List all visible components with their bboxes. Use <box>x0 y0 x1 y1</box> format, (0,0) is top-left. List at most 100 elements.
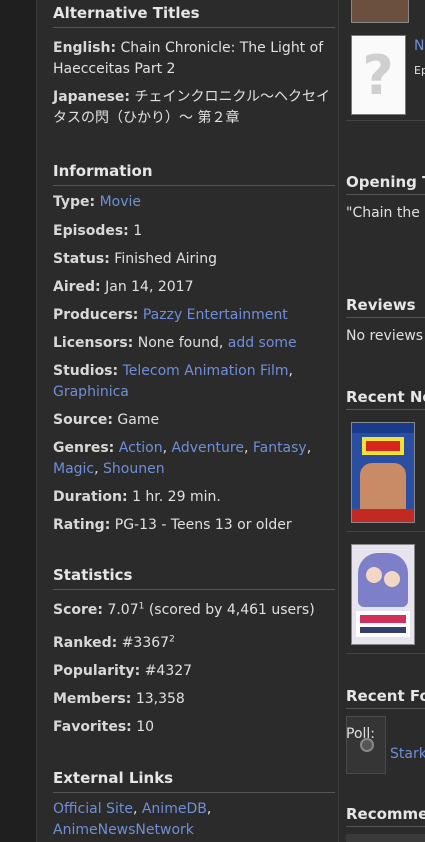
comma: , <box>132 801 138 817</box>
genre-link[interactable]: Shounen <box>103 461 165 477</box>
rating-value: PG-13 - Teens 13 or older <box>114 517 292 533</box>
members-value: 13,358 <box>135 691 185 707</box>
source-row: Source: Game <box>53 410 335 431</box>
score-label: Score: <box>53 602 103 618</box>
thumb-face <box>384 571 400 587</box>
status-row: Status: Finished Airing <box>53 249 335 270</box>
no-reviews-text: No reviews <box>346 328 424 344</box>
favorites-row: Favorites: 10 <box>53 717 335 738</box>
genre-link[interactable]: Action <box>119 440 163 456</box>
studios-row: Studios: Telecom Animation Film, Graphin… <box>53 361 335 403</box>
thumb-bottom <box>352 509 414 522</box>
main-content-right: ? N Ep Opening T "Chain the Reviews No r… <box>346 0 425 842</box>
thumb-title-bar <box>360 615 406 623</box>
external-link[interactable]: AnimeNewsNetwork <box>53 822 194 838</box>
ranked-value: #3367 <box>121 635 170 651</box>
genres-label: Genres: <box>53 440 115 456</box>
english-title-row: English: Chain Chronicle: The Light of H… <box>53 38 335 80</box>
forum-poll-label: Poll: <box>346 726 376 742</box>
recommendations-heading: Recomme <box>346 805 425 823</box>
status-label: Status: <box>53 251 110 267</box>
svg-text:?: ? <box>362 44 393 107</box>
comma: , <box>306 440 312 456</box>
favorites-label: Favorites: <box>53 719 132 735</box>
japanese-title-row: Japanese: チェインクロニクル〜ヘクセイタスの閃（ひかり）〜 第２章 <box>53 87 335 129</box>
statistics-heading: Statistics <box>53 566 335 590</box>
opening-theme-text: "Chain the <box>346 205 420 221</box>
duration-value: 1 hr. 29 min. <box>132 489 221 505</box>
heading-underline <box>346 317 425 318</box>
external-link[interactable]: Official Site <box>53 801 133 817</box>
related-episodes: Ep <box>414 64 425 77</box>
studios-label: Studios: <box>53 363 119 379</box>
comma: , <box>94 461 99 477</box>
recommendation-item[interactable] <box>346 834 425 842</box>
comma: , <box>162 440 168 456</box>
comma: , <box>206 801 212 817</box>
episodes-value: 1 <box>133 223 143 239</box>
duration-row: Duration: 1 hr. 29 min. <box>53 487 335 508</box>
studio-link-1[interactable]: Telecom Animation Film <box>123 363 289 379</box>
studio-link-2[interactable]: Graphinica <box>53 384 129 400</box>
type-link[interactable]: Movie <box>100 194 141 210</box>
recent-news-heading: Recent Ne <box>346 388 425 406</box>
licensors-row: Licensors: None found, add some <box>53 333 335 354</box>
ranked-label: Ranked: <box>53 635 118 651</box>
comma: , <box>243 440 249 456</box>
producers-label: Producers: <box>53 307 139 323</box>
external-link[interactable]: AnimeDB <box>142 801 207 817</box>
ranked-row: Ranked: #33672 <box>53 633 335 654</box>
members-label: Members: <box>53 691 132 707</box>
left-gutter <box>0 0 37 842</box>
heading-underline <box>346 708 425 709</box>
episodes-row: Episodes: 1 <box>53 221 335 242</box>
thumb-figure <box>360 463 406 513</box>
opening-theme-heading: Opening T <box>346 173 425 191</box>
producer-link[interactable]: Pazzy Entertainment <box>143 307 288 323</box>
related-thumbnail[interactable] <box>351 0 409 23</box>
news-separator <box>346 531 425 532</box>
reviews-heading: Reviews <box>346 296 416 314</box>
external-links-list: Official Site, AnimeDB, AnimeNewsNetwork <box>53 799 335 841</box>
status-value: Finished Airing <box>114 251 217 267</box>
producers-row: Producers: Pazzy Entertainment <box>53 305 335 326</box>
members-row: Members: 13,358 <box>53 689 335 710</box>
source-label: Source: <box>53 412 113 428</box>
forum-topic-link[interactable]: Stark <box>390 746 425 762</box>
related-separator <box>346 120 425 121</box>
ranked-footnote: 2 <box>169 634 175 645</box>
score-footnote: 1 <box>138 601 145 612</box>
thumb-figure <box>358 553 408 607</box>
thumb-band <box>352 423 414 433</box>
thumb-title-bar <box>360 627 406 633</box>
news-thumbnail[interactable] <box>351 422 415 523</box>
news-thumbnail[interactable] <box>351 544 415 645</box>
source-value: Game <box>117 412 160 428</box>
popularity-value: #4327 <box>144 663 193 679</box>
thumb-logo-red <box>366 441 400 451</box>
external-links-heading: External Links <box>53 769 335 793</box>
popularity-label: Popularity: <box>53 663 141 679</box>
comma: , <box>288 363 293 379</box>
type-row: Type: Movie <box>53 192 335 213</box>
no-image-placeholder[interactable]: ? <box>351 35 406 115</box>
score-value: 7.07 <box>107 602 139 618</box>
aired-value: Jan 14, 2017 <box>105 279 194 295</box>
related-title-link[interactable]: N <box>414 38 424 54</box>
type-label: Type: <box>53 194 96 210</box>
rating-row: Rating: PG-13 - Teens 13 or older <box>53 515 335 536</box>
add-licensor-link[interactable]: add some <box>228 335 297 351</box>
rating-label: Rating: <box>53 517 111 533</box>
popularity-row: Popularity: #4327 <box>53 661 335 682</box>
japanese-label: Japanese: <box>53 89 131 105</box>
genre-link[interactable]: Adventure <box>172 440 244 456</box>
heading-underline <box>346 194 425 195</box>
genre-link[interactable]: Magic <box>53 461 94 477</box>
aired-label: Aired: <box>53 279 101 295</box>
alt-titles-heading: Alternative Titles <box>53 4 335 28</box>
heading-underline <box>346 409 425 410</box>
information-heading: Information <box>53 162 335 186</box>
genres-row: Genres: Action, Adventure, Fantasy, Magi… <box>53 438 335 480</box>
genre-link[interactable]: Fantasy <box>253 440 307 456</box>
licensors-value: None found, <box>137 335 224 351</box>
